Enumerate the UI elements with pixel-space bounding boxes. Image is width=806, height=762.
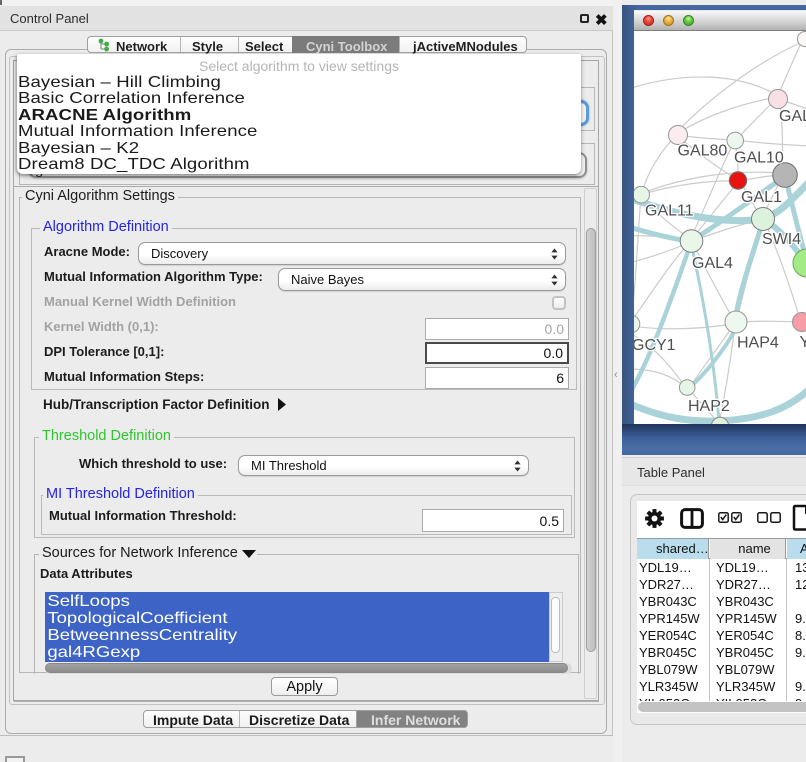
svg-text:GAL4: GAL4 bbox=[692, 255, 733, 272]
svg-text:YJR: YJR bbox=[800, 334, 806, 351]
svg-text:GAL2: GAL2 bbox=[779, 108, 806, 125]
svg-text:GAL10: GAL10 bbox=[734, 150, 784, 167]
svg-text:SWI4: SWI4 bbox=[762, 231, 801, 248]
svg-text:GAL11: GAL11 bbox=[645, 203, 694, 220]
svg-text:HAP4: HAP4 bbox=[737, 335, 779, 352]
svg-text:HAP2: HAP2 bbox=[688, 398, 730, 415]
svg-text:GAL80: GAL80 bbox=[678, 143, 728, 160]
svg-text:GAL1: GAL1 bbox=[741, 189, 782, 206]
svg-text:GCY1: GCY1 bbox=[634, 337, 676, 354]
